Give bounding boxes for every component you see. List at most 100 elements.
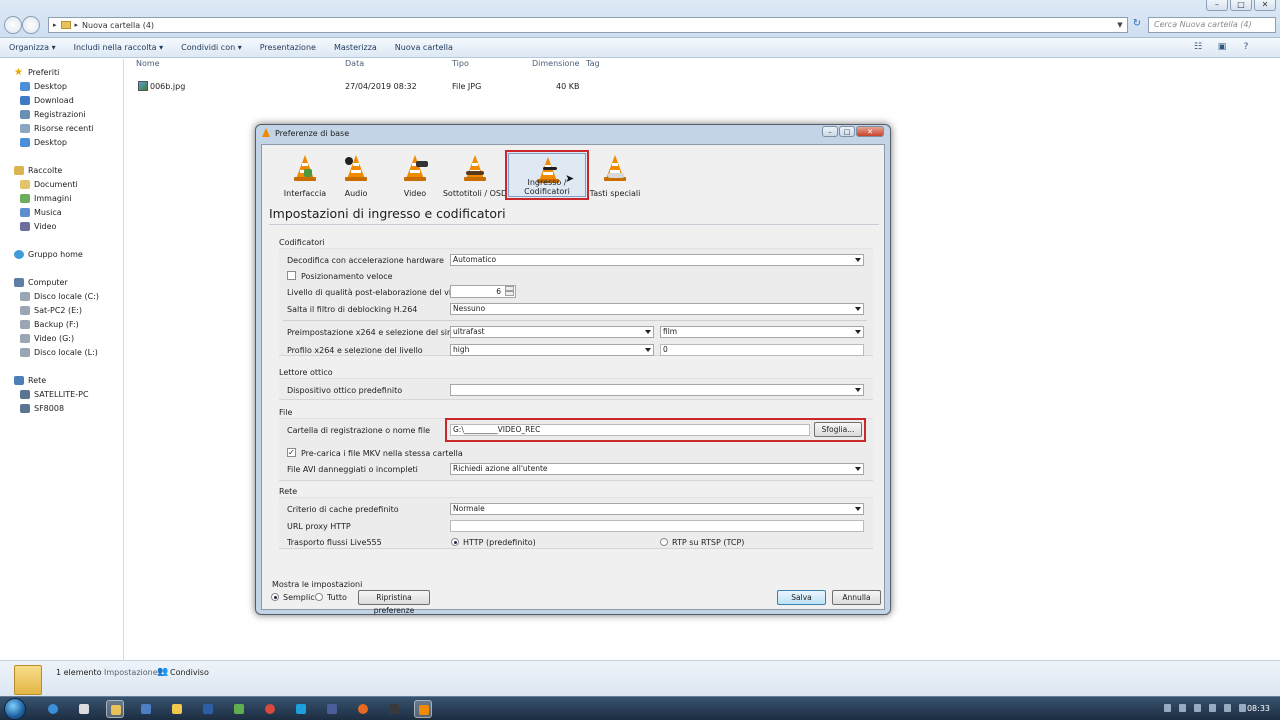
search-input[interactable]: Cerca Nuova cartella (4) — [1148, 17, 1276, 33]
live555-http-radio[interactable] — [451, 538, 459, 546]
preview-pane-icon[interactable]: ▣ — [1216, 42, 1228, 53]
category-hotkeys[interactable]: Tasti speciali — [574, 150, 656, 200]
column-header-name[interactable]: Nome — [136, 59, 160, 73]
address-dropdown-icon[interactable]: ▼ — [1113, 21, 1127, 29]
nav-item[interactable]: SF8008 — [20, 402, 64, 414]
nav-computer[interactable]: Computer — [14, 276, 68, 288]
optical-device-select[interactable] — [450, 384, 864, 396]
minimize-button[interactable]: – — [822, 126, 838, 137]
tray-icon[interactable] — [1239, 704, 1246, 712]
tray-icon[interactable] — [1224, 704, 1231, 712]
x264-preset-select[interactable]: ultrafast — [450, 326, 654, 338]
nav-item[interactable]: Download — [20, 94, 74, 106]
tray-icon[interactable] — [1179, 704, 1186, 712]
explorer-taskbar-icon[interactable] — [106, 700, 124, 718]
category-subtitles[interactable]: Sottotitoli / OSD — [434, 150, 516, 200]
back-button[interactable] — [4, 16, 22, 34]
nav-item[interactable]: Risorse recenti — [20, 122, 94, 134]
app-taskbar-icon[interactable] — [230, 700, 248, 718]
tray-icon[interactable] — [1164, 704, 1171, 712]
refresh-icon[interactable]: ↻ — [1130, 18, 1144, 32]
x264-tune-select[interactable]: film — [660, 326, 864, 338]
file-row[interactable]: 006b.jpg 27/04/2019 08:32 File JPG 40 KB — [134, 80, 634, 93]
nav-item[interactable]: Registrazioni — [20, 108, 86, 120]
nav-item[interactable]: Immagini — [20, 192, 71, 204]
app-taskbar-icon[interactable] — [75, 700, 93, 718]
pp-quality-spinbox[interactable]: 6 — [450, 285, 516, 298]
forward-button[interactable] — [22, 16, 40, 34]
app-taskbar-icon[interactable] — [168, 700, 186, 718]
nav-item[interactable]: Sat-PC2 (E:) — [20, 304, 82, 316]
cache-policy-select[interactable]: Normale — [450, 503, 864, 515]
include-in-library-menu[interactable]: Includi nella raccolta ▾ — [65, 43, 173, 52]
chevron-down-icon — [855, 307, 861, 311]
maximize-button[interactable]: □ — [1230, 0, 1252, 11]
deblock-select[interactable]: Nessuno — [450, 303, 864, 315]
spin-down-icon[interactable] — [505, 291, 514, 296]
nav-item[interactable]: Desktop — [20, 136, 67, 148]
nav-favorites[interactable]: ★ Preferiti — [14, 66, 59, 78]
app-taskbar-icon[interactable] — [137, 700, 155, 718]
nav-libraries[interactable]: Raccolte — [14, 164, 62, 176]
network-icon — [14, 375, 24, 385]
skype-taskbar-icon[interactable] — [292, 700, 310, 718]
slideshow-button[interactable]: Presentazione — [251, 43, 325, 52]
app-taskbar-icon[interactable] — [323, 700, 341, 718]
tray-icon[interactable] — [1209, 704, 1216, 712]
details-pane: 1 elemento Impostazione: 👥 Condiviso — [0, 660, 1280, 696]
close-button[interactable]: ✕ — [856, 126, 884, 137]
nav-item[interactable]: Desktop — [20, 80, 67, 92]
x264-level-input[interactable]: 0 — [660, 344, 864, 356]
nav-item[interactable]: Video — [20, 220, 56, 232]
column-header-size[interactable]: Dimensione — [532, 59, 579, 73]
firefox-taskbar-icon[interactable] — [354, 700, 372, 718]
ie-taskbar-icon[interactable] — [44, 700, 62, 718]
clock[interactable]: 08:33 — [1247, 704, 1270, 713]
dialog-title-bar[interactable]: Preferenze di base – □ ✕ — [256, 125, 890, 141]
close-button[interactable]: ✕ — [1254, 0, 1276, 11]
start-button[interactable] — [4, 698, 26, 720]
share-with-menu[interactable]: Condividi con ▾ — [172, 43, 251, 52]
column-header-type[interactable]: Tipo — [452, 59, 469, 73]
show-all-radio[interactable] — [315, 593, 323, 601]
nav-item[interactable]: Disco locale (C:) — [20, 290, 99, 302]
nav-item[interactable]: SATELLITE-PC — [20, 388, 89, 400]
app-taskbar-icon[interactable] — [385, 700, 403, 718]
organize-menu[interactable]: Organizza ▾ — [0, 43, 65, 52]
maximize-button[interactable]: □ — [839, 126, 855, 137]
nav-item[interactable]: Backup (F:) — [20, 318, 79, 330]
optical-device-label: Dispositivo ottico predefinito — [287, 386, 403, 395]
view-options-icon[interactable]: ☷ — [1192, 42, 1204, 53]
nav-item[interactable]: Musica — [20, 206, 62, 218]
address-bar[interactable]: ▸ ▸ Nuova cartella (4) ▼ — [48, 17, 1128, 33]
hw-decoding-select[interactable]: Automatico — [450, 254, 864, 266]
nav-network[interactable]: Rete — [14, 374, 46, 386]
nav-item[interactable]: Video (G:) — [20, 332, 74, 344]
x264-profile-select[interactable]: high — [450, 344, 654, 356]
breadcrumb-current[interactable]: Nuova cartella (4) — [82, 21, 154, 30]
chrome-taskbar-icon[interactable] — [261, 700, 279, 718]
nav-item[interactable]: Disco locale (L:) — [20, 346, 98, 358]
column-header-date[interactable]: Data — [345, 59, 364, 73]
nav-homegroup[interactable]: Gruppo home — [14, 248, 83, 260]
nav-item[interactable]: Documenti — [20, 178, 78, 190]
app-taskbar-icon[interactable] — [199, 700, 217, 718]
fast-seek-checkbox[interactable] — [287, 271, 296, 280]
cancel-button[interactable]: Annulla — [832, 590, 881, 605]
http-proxy-input[interactable] — [450, 520, 864, 532]
mkv-preload-checkbox[interactable]: ✓ — [287, 448, 296, 457]
reset-preferences-button[interactable]: Ripristina preferenze — [358, 590, 430, 615]
help-icon[interactable]: ? — [1240, 42, 1252, 53]
tray-icon[interactable] — [1194, 704, 1201, 712]
file-size: 40 KB — [556, 82, 580, 91]
live555-rtp-radio[interactable] — [660, 538, 668, 546]
burn-button[interactable]: Masterizza — [325, 43, 386, 52]
vlc-taskbar-icon[interactable] — [414, 700, 432, 718]
avi-select[interactable]: Richiedi azione all'utente — [450, 463, 864, 475]
new-folder-button[interactable]: Nuova cartella — [386, 43, 462, 52]
show-simple-radio[interactable] — [271, 593, 279, 601]
minimize-button[interactable]: – — [1206, 0, 1228, 11]
column-header-tag[interactable]: Tag — [586, 59, 600, 73]
record-folder-label: Cartella di registrazione o nome file — [287, 426, 431, 435]
save-button[interactable]: Salva — [777, 590, 826, 605]
